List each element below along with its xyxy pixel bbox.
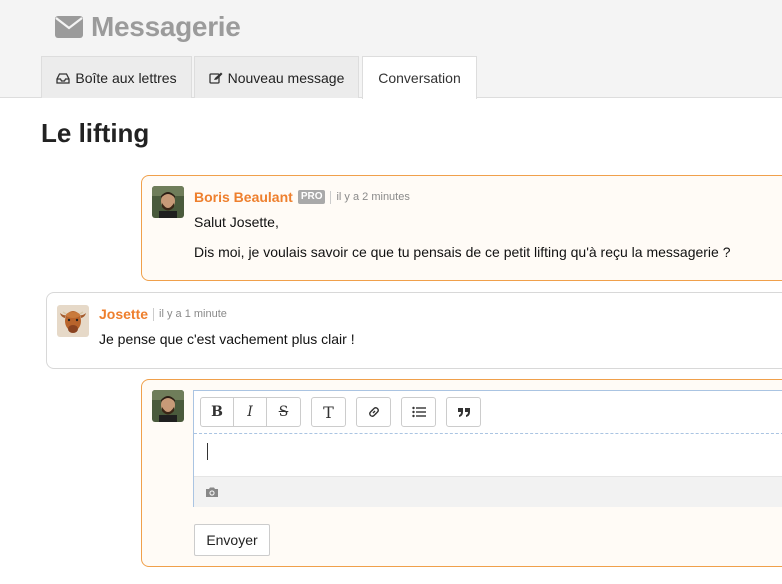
avatar — [57, 305, 89, 337]
message-textarea[interactable] — [194, 433, 782, 476]
reply-editor: B I S T — [193, 390, 782, 507]
tab-conversation-label: Conversation — [378, 70, 461, 86]
inbox-icon — [56, 72, 71, 84]
app-title: Messagerie — [55, 10, 241, 44]
app-title-text: Messagerie — [91, 11, 241, 42]
tab-inbox-label: Boîte aux lettres — [75, 69, 177, 86]
pro-badge: PRO — [297, 190, 326, 204]
message-header: Boris Beaulant PRO il y a 2 minutes — [194, 189, 410, 205]
send-button-label: Envoyer — [206, 532, 258, 548]
tab-new-message[interactable]: Nouveau message — [194, 56, 359, 98]
conversation-title: Le lifting — [41, 118, 150, 148]
list-group — [401, 397, 436, 427]
message-time: il y a 1 minute — [153, 307, 227, 321]
message-line: Salut Josette, — [194, 214, 279, 230]
header: Messagerie Boîte aux lettres Nouveau mes… — [0, 0, 782, 99]
message-header: Josette il y a 1 minute — [99, 306, 227, 322]
heading-group: T — [311, 397, 346, 427]
tab-conversation[interactable]: Conversation — [362, 56, 477, 99]
link-button[interactable] — [357, 398, 390, 426]
author-name[interactable]: Boris Beaulant — [194, 189, 293, 205]
tab-new-message-label: Nouveau message — [227, 69, 345, 86]
avatar — [152, 390, 184, 422]
italic-button[interactable]: I — [234, 398, 267, 426]
quote-icon — [457, 408, 470, 417]
list-icon — [411, 406, 426, 418]
message-line: Dis moi, je voulais savoir ce que tu pen… — [194, 244, 731, 260]
avatar — [152, 186, 184, 218]
quote-group — [446, 397, 481, 427]
quote-button[interactable] — [447, 398, 480, 426]
text-caret — [207, 443, 208, 460]
heading-button[interactable]: T — [312, 398, 345, 426]
envelope-icon — [55, 16, 83, 38]
link-icon — [368, 407, 379, 417]
message-line: Je pense que c'est vachement plus clair … — [99, 331, 355, 347]
bold-button[interactable]: B — [201, 398, 234, 426]
message-card: Boris Beaulant PRO il y a 2 minutes Salu… — [141, 175, 782, 281]
edit-icon — [208, 72, 223, 84]
send-button[interactable]: Envoyer — [194, 524, 270, 556]
list-button[interactable] — [402, 398, 435, 426]
message-card: Josette il y a 1 minute Je pense que c'e… — [46, 292, 782, 369]
link-group — [356, 397, 391, 427]
editor-footer — [194, 476, 782, 507]
format-group: B I S — [200, 397, 301, 427]
editor-toolbar: B I S T — [200, 397, 491, 427]
author-name[interactable]: Josette — [99, 306, 148, 322]
message-time: il y a 2 minutes — [330, 190, 410, 204]
strikethrough-button[interactable]: S — [267, 398, 300, 426]
tab-inbox[interactable]: Boîte aux lettres — [41, 56, 192, 98]
camera-icon[interactable] — [205, 486, 219, 498]
